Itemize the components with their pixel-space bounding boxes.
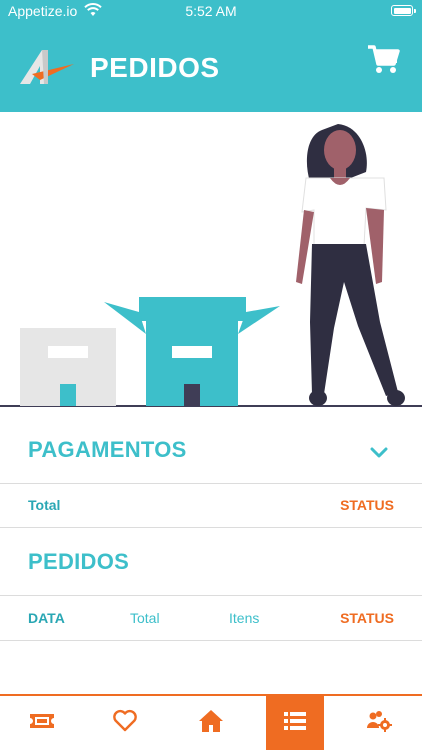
- chevron-down-icon[interactable]: [370, 446, 388, 460]
- tab-home[interactable]: [182, 696, 240, 750]
- battery-icon: [391, 5, 416, 16]
- divider: [0, 527, 422, 528]
- app-logo: [18, 46, 76, 88]
- ticket-icon: [29, 708, 55, 739]
- hero-illustration: [0, 112, 422, 408]
- cart-icon[interactable]: [366, 42, 400, 76]
- tab-tickets[interactable]: [13, 696, 71, 750]
- heart-icon: [112, 708, 138, 739]
- status-time: 5:52 AM: [185, 3, 237, 19]
- divider: [0, 483, 422, 484]
- tab-favorites[interactable]: [96, 696, 154, 750]
- tab-orders[interactable]: [266, 696, 324, 750]
- payments-status-header: STATUS: [340, 497, 394, 513]
- payments-section-title: PAGAMENTOS: [28, 437, 187, 462]
- home-icon: [198, 708, 224, 739]
- divider: [0, 595, 422, 596]
- orders-section-title: PEDIDOS: [28, 549, 130, 574]
- status-bar: Appetize.io 5:52 AM: [0, 0, 422, 24]
- orders-date-header: DATA: [28, 610, 65, 626]
- divider: [0, 640, 422, 641]
- page-title: PEDIDOS: [90, 52, 220, 83]
- tab-account[interactable]: [350, 696, 408, 750]
- bottom-tab-bar: [0, 694, 422, 750]
- orders-status-header: STATUS: [340, 610, 394, 626]
- list-icon: [282, 708, 308, 739]
- users-gear-icon: [366, 708, 392, 739]
- app-header: PEDIDOS: [0, 24, 422, 112]
- orders-total-header: Total: [130, 610, 160, 626]
- orders-items-header: Itens: [229, 610, 260, 626]
- payments-total-header: Total: [28, 497, 61, 513]
